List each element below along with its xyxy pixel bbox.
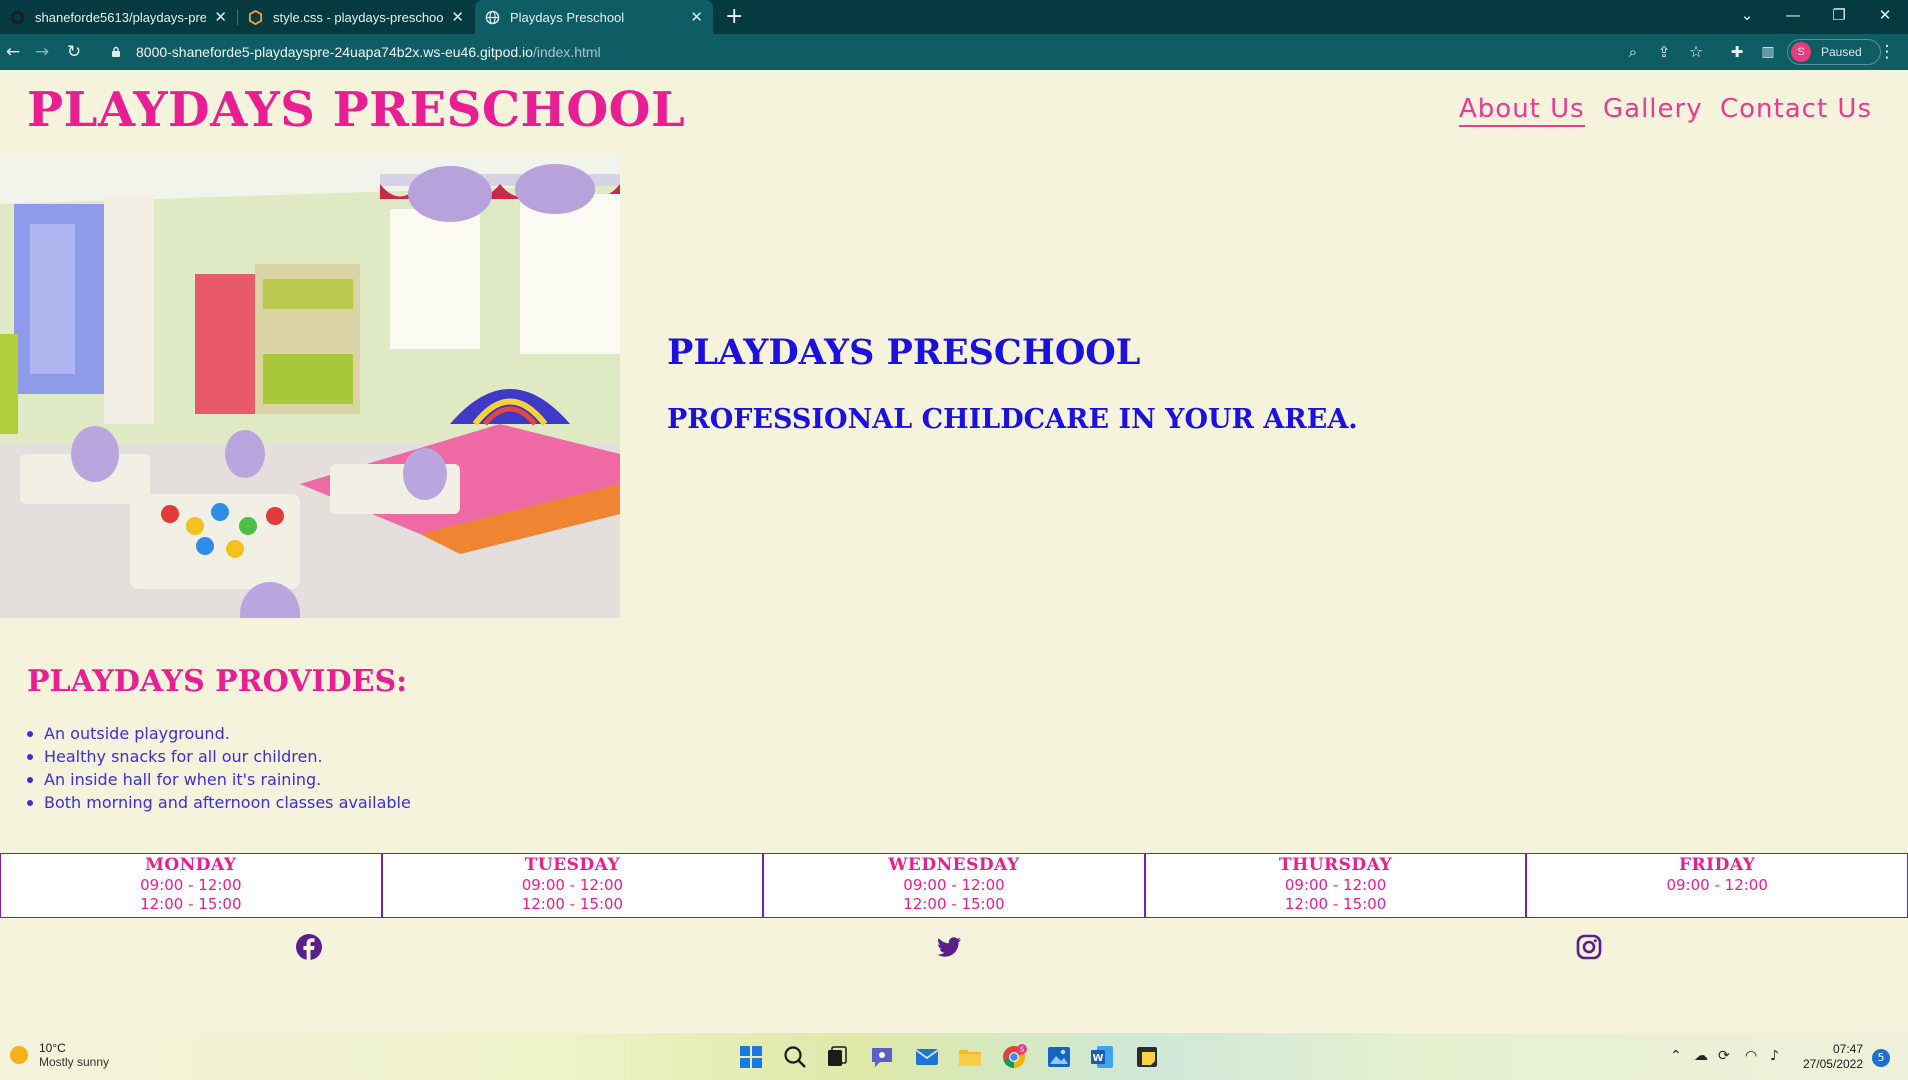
chevron-up-icon[interactable]: ⌃ [1670,1033,1682,1080]
session-time: 09:00 - 12:00 [903,876,1005,894]
close-tab-icon[interactable]: ✕ [690,8,703,26]
gitpod-icon [248,9,263,25]
opening-hours-table: MONDAY 09:00 - 12:00 12:00 - 15:00 TUESD… [0,853,1908,918]
side-panel-icon[interactable]: ▥ [1755,34,1781,70]
tab-playdays-preschool[interactable]: Playdays Preschool ✕ [475,0,713,34]
task-view-icon[interactable] [824,1044,850,1070]
nav-about-us[interactable]: About Us [1459,94,1585,127]
chrome-icon[interactable]: S [1001,1044,1027,1070]
avatar: S [1791,42,1811,62]
chrome-profile-badge: S [1020,1046,1025,1054]
file-explorer-icon[interactable] [957,1044,983,1070]
day-name: MONDAY [145,855,237,875]
provides-list: An outside playground. Healthy snacks fo… [27,722,411,814]
clock-date: 27/05/2022 [1802,1057,1863,1071]
day-name: THURSDAY [1278,855,1393,875]
twitter-icon[interactable] [935,933,963,961]
tab-style-css[interactable]: style.css - playdays-preschool-1 ✕ [238,0,474,34]
site-title[interactable]: PLAYDAYS PRESCHOOL [27,82,685,138]
browser-menu-icon[interactable]: ⋮ [1874,34,1900,70]
list-item: Both morning and afternoon classes avail… [27,791,411,814]
tab-search-icon[interactable]: ⌄ [1724,0,1770,34]
share-icon[interactable]: ⇪ [1651,34,1677,70]
url-host: 8000-shaneforde5-playdayspre-24uapa74b2x… [136,44,533,60]
forward-icon[interactable]: → [29,34,55,70]
weather-condition: Mostly sunny [39,1055,110,1069]
sticky-notes-icon[interactable] [1134,1044,1160,1070]
web-page: PLAYDAYS PRESCHOOL About Us Gallery Cont… [0,70,1908,1033]
facebook-icon[interactable] [295,933,323,961]
browser-toolbar: ← → ↻ 8000-shaneforde5-playdayspre-24uap… [0,34,1908,70]
sync-icon[interactable]: ⟳ [1718,1033,1730,1080]
lock-icon [112,46,120,57]
profile-status: Paused [1821,45,1862,59]
tab-title: shaneforde5613/playdays-presch [35,9,207,25]
teams-chat-icon[interactable] [869,1044,895,1070]
windows-taskbar: 10°C Mostly sunny S W ⌃ ☁ ⟳ ◠ ♪ 07:47 27… [0,1033,1908,1080]
zoom-icon[interactable]: ⌕ [1620,34,1646,70]
restore-button[interactable]: ❐ [1816,0,1862,34]
new-tab-button[interactable]: + [725,4,743,29]
minimize-button[interactable]: — [1770,0,1816,34]
address-bar[interactable]: 8000-shaneforde5-playdayspre-24uapa74b2x… [96,38,1596,66]
day-name: TUESDAY [524,855,621,875]
day-thursday: THURSDAY 09:00 - 12:00 12:00 - 15:00 [1146,854,1528,917]
svg-text:W: W [1092,1053,1103,1064]
nav-gallery[interactable]: Gallery [1603,94,1703,124]
clock-time: 07:47 [1832,1042,1863,1056]
weather-temperature: 10°C [39,1041,66,1055]
list-item: Healthy snacks for all our children. [27,745,411,768]
day-monday: MONDAY 09:00 - 12:00 12:00 - 15:00 [1,854,383,917]
session-time: 09:00 - 12:00 [1666,876,1768,894]
globe-icon [485,10,500,24]
close-tab-icon[interactable]: ✕ [214,8,227,26]
browser-tab-bar: shaneforde5613/playdays-presch ✕ style.c… [0,0,1908,34]
bookmark-star-icon[interactable]: ☆ [1683,34,1709,70]
back-icon[interactable]: ← [0,34,26,70]
nav-contact-us[interactable]: Contact Us [1720,94,1872,124]
classroom-image [0,154,620,618]
session-time: 09:00 - 12:00 [140,876,242,894]
url-path: /index.html [532,44,601,60]
list-item: An outside playground. [27,722,411,745]
word-icon[interactable]: W [1089,1044,1115,1070]
github-icon [10,10,25,24]
hero-subheading: PROFESSIONAL CHILDCARE IN YOUR AREA. [667,404,1358,435]
onedrive-icon[interactable]: ☁ [1694,1033,1708,1080]
session-time: 12:00 - 15:00 [140,895,242,913]
search-icon[interactable] [782,1044,808,1070]
photos-icon[interactable] [1046,1044,1072,1070]
extensions-icon[interactable]: ✚ [1724,34,1750,70]
instagram-icon[interactable] [1575,933,1603,961]
session-time: 09:00 - 12:00 [1284,876,1387,894]
reload-icon[interactable]: ↻ [61,34,87,70]
session-time: 12:00 - 15:00 [903,895,1005,913]
notification-badge[interactable]: 5 [1872,1049,1890,1067]
day-name: WEDNESDAY [888,855,1020,875]
weather-widget[interactable]: 10°C Mostly sunny [10,1041,109,1069]
list-item: An inside hall for when it's raining. [27,768,411,791]
tab-github[interactable]: shaneforde5613/playdays-presch ✕ [0,0,237,34]
day-tuesday: TUESDAY 09:00 - 12:00 12:00 - 15:00 [383,854,765,917]
hero-heading: PLAYDAYS PRESCHOOL [667,332,1141,373]
close-window-button[interactable]: ✕ [1862,0,1908,34]
system-clock[interactable]: 07:47 27/05/2022 [1797,1042,1863,1072]
day-name: FRIDAY [1678,855,1756,875]
wifi-icon[interactable]: ◠ [1745,1033,1757,1080]
profile-button[interactable]: S Paused [1787,39,1881,65]
volume-icon[interactable]: ♪ [1770,1033,1779,1080]
sun-icon [10,1046,28,1064]
windows-start-icon[interactable] [738,1044,764,1070]
session-time: 12:00 - 15:00 [1284,895,1387,913]
day-friday: FRIDAY 09:00 - 12:00 [1527,854,1907,917]
mail-icon[interactable] [914,1044,940,1070]
tab-title: Playdays Preschool [510,9,625,25]
day-wednesday: WEDNESDAY 09:00 - 12:00 12:00 - 15:00 [764,854,1146,917]
provides-heading: PLAYDAYS PROVIDES: [27,664,408,699]
close-tab-icon[interactable]: ✕ [451,8,464,26]
session-time: 12:00 - 15:00 [521,895,624,913]
tab-title: style.css - playdays-preschool-1 [273,9,444,25]
session-time: 09:00 - 12:00 [521,876,624,894]
